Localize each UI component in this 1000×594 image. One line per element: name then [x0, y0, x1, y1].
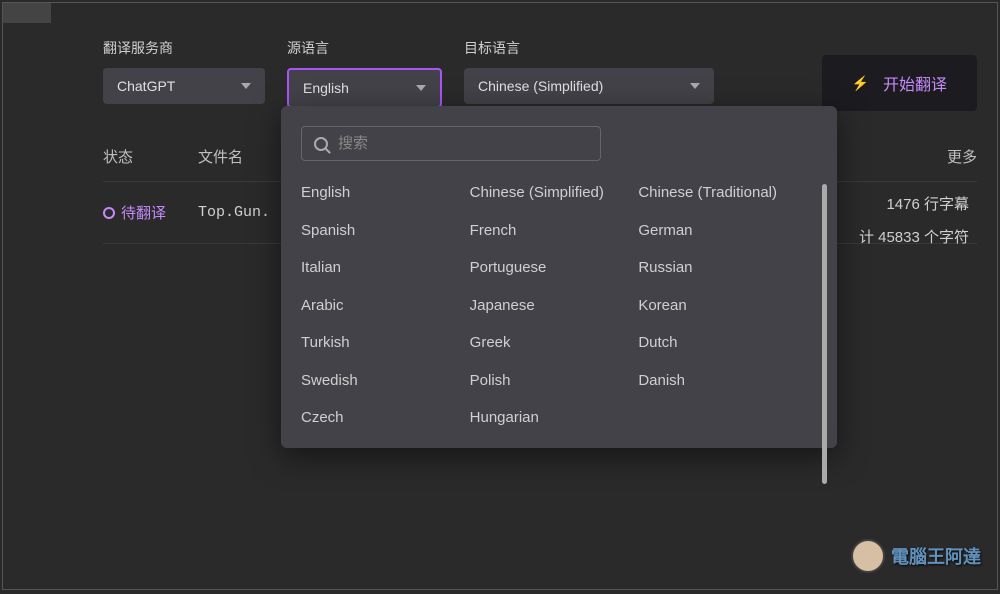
language-option[interactable]: Korean: [638, 296, 797, 316]
language-option[interactable]: Portuguese: [470, 258, 629, 278]
col-status-header: 状态: [103, 146, 198, 167]
watermark: 電腦王阿達: [851, 539, 981, 573]
language-option[interactable]: English: [301, 183, 460, 203]
language-option: [638, 408, 797, 428]
source-value: English: [303, 80, 349, 96]
start-translate-label: 开始翻译: [883, 71, 947, 95]
language-option[interactable]: Polish: [470, 371, 629, 391]
language-option[interactable]: Chinese (Traditional): [638, 183, 797, 203]
source-label: 源语言: [287, 38, 442, 58]
language-option[interactable]: Dutch: [638, 333, 797, 353]
language-dropdown-panel: English Chinese (Simplified) Chinese (Trad…: [281, 106, 837, 448]
language-option[interactable]: German: [638, 221, 797, 241]
target-lang-group: 目标语言 Chinese (Simplified): [464, 38, 714, 104]
stats-chars: 计 45833 个字符: [859, 221, 969, 254]
language-option[interactable]: Arabic: [301, 296, 460, 316]
watermark-face-icon: [851, 539, 885, 573]
search-input[interactable]: [338, 135, 588, 152]
provider-value: ChatGPT: [117, 78, 175, 94]
target-label: 目标语言: [464, 38, 714, 58]
language-option[interactable]: Turkish: [301, 333, 460, 353]
language-option[interactable]: Japanese: [470, 296, 629, 316]
stats-lines: 1476 行字幕: [859, 188, 969, 221]
chevron-down-icon: [241, 83, 251, 89]
language-option[interactable]: Danish: [638, 371, 797, 391]
language-option[interactable]: Greek: [470, 333, 629, 353]
circle-icon: [103, 207, 115, 219]
language-option[interactable]: Czech: [301, 408, 460, 428]
search-icon: [314, 137, 328, 151]
language-option[interactable]: Russian: [638, 258, 797, 278]
target-lang-dropdown[interactable]: Chinese (Simplified): [464, 68, 714, 104]
provider-group: 翻译服务商 ChatGPT: [103, 38, 265, 104]
start-translate-button[interactable]: ⚡ 开始翻译: [822, 55, 977, 111]
source-lang-dropdown[interactable]: English: [287, 68, 442, 108]
target-value: Chinese (Simplified): [478, 78, 603, 94]
chevron-down-icon: [416, 85, 426, 91]
language-option[interactable]: French: [470, 221, 629, 241]
language-option[interactable]: Swedish: [301, 371, 460, 391]
language-option[interactable]: Italian: [301, 258, 460, 278]
bolt-icon: ⚡: [852, 75, 869, 92]
status-text: 待翻译: [121, 202, 166, 223]
chevron-down-icon: [690, 83, 700, 89]
provider-dropdown[interactable]: ChatGPT: [103, 68, 265, 104]
language-option[interactable]: Hungarian: [470, 408, 629, 428]
watermark-text: 電腦王阿達: [891, 543, 981, 569]
language-grid: English Chinese (Simplified) Chinese (Trad…: [301, 183, 817, 428]
app-window: 翻译服务商 ChatGPT 源语言 English 目标语言 Chinese (…: [2, 2, 998, 590]
source-lang-group: 源语言 English: [287, 38, 442, 108]
language-option[interactable]: Spanish: [301, 221, 460, 241]
provider-label: 翻译服务商: [103, 38, 265, 58]
status-cell: 待翻译: [103, 202, 198, 223]
language-option[interactable]: Chinese (Simplified): [470, 183, 629, 203]
search-box[interactable]: [301, 126, 601, 161]
stats-block: 1476 行字幕 计 45833 个字符: [859, 188, 969, 254]
status-badge: 待翻译: [103, 202, 198, 223]
col-more-header: 更多: [947, 146, 977, 167]
scrollbar-thumb[interactable]: [822, 184, 827, 484]
top-controls: 翻译服务商 ChatGPT 源语言 English 目标语言 Chinese (…: [3, 3, 997, 108]
